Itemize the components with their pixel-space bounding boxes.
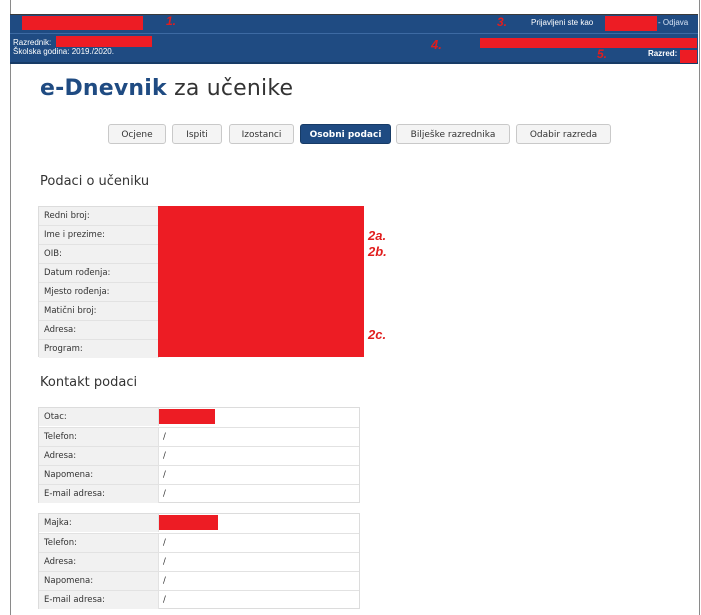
annotation-1: 1. xyxy=(166,14,177,28)
app-title-rest: za učenike xyxy=(166,76,294,101)
field-label: Adresa: xyxy=(39,553,159,571)
field-value: / xyxy=(163,576,166,586)
field-label: Mjesto rođenja: xyxy=(39,283,159,301)
table-row: Napomena: / xyxy=(39,571,359,590)
table-row: Telefon: / xyxy=(39,533,359,552)
field-label: Telefon: xyxy=(39,534,159,552)
app-title-brand: e-Dnevnik xyxy=(40,76,167,101)
field-value: / xyxy=(163,557,166,567)
redacted-school-info xyxy=(480,38,697,48)
annotation-2b: 2b. xyxy=(368,244,387,259)
field-value: / xyxy=(163,432,166,442)
tab-ocjene[interactable]: Ocjene xyxy=(108,124,166,144)
field-label: Telefon: xyxy=(39,428,159,446)
field-label: E-mail adresa: xyxy=(39,485,159,503)
contact-section-heading: Kontakt podaci xyxy=(40,375,138,390)
field-label: Otac: xyxy=(39,408,159,426)
table-row: E-mail adresa: / xyxy=(39,590,359,609)
redacted-father-name xyxy=(159,409,215,424)
annotation-5: 5. xyxy=(597,47,608,61)
table-row: Napomena: / xyxy=(39,465,359,484)
field-label: Matični broj: xyxy=(39,302,159,320)
student-section-heading: Podaci o učeniku xyxy=(40,174,150,189)
redacted-school-name xyxy=(22,16,143,30)
redacted-teacher-name xyxy=(56,36,152,47)
redacted-user-name xyxy=(605,16,657,31)
redacted-class xyxy=(680,50,697,63)
field-label: Majka: xyxy=(39,514,159,532)
annotation-2a: 2a. xyxy=(368,228,387,243)
login-text: Prijavljeni ste kao xyxy=(531,18,594,27)
field-value: / xyxy=(163,538,166,548)
field-label: Ime i prezime: xyxy=(39,226,159,244)
tab-odabir-razreda[interactable]: Odabir razreda xyxy=(516,124,611,144)
field-label: E-mail adresa: xyxy=(39,591,159,609)
field-label: Napomena: xyxy=(39,572,159,590)
table-row: Adresa: / xyxy=(39,552,359,571)
school-year: Školska godina: 2019./2020. xyxy=(13,47,114,56)
teacher-label: Razrednik: xyxy=(13,38,52,47)
redacted-student-data xyxy=(158,206,364,357)
field-label: Adresa: xyxy=(39,447,159,465)
annotation-3: 3. xyxy=(497,15,508,29)
tab-ispiti[interactable]: Ispiti xyxy=(172,124,222,144)
tab-osobni-podaci[interactable]: Osobni podaci xyxy=(300,124,391,144)
redacted-mother-name xyxy=(159,515,218,530)
logout-link[interactable]: - Odjava xyxy=(658,18,688,27)
field-label: Adresa: xyxy=(39,321,159,339)
table-row: Telefon: / xyxy=(39,427,359,446)
field-value: / xyxy=(163,451,166,461)
field-value: / xyxy=(163,489,166,499)
tab-izostanci[interactable]: Izostanci xyxy=(229,124,294,144)
annotation-4: 4. xyxy=(431,37,442,52)
table-row: E-mail adresa: / xyxy=(39,484,359,503)
tab-biljeske-razrednika[interactable]: Bilješke razrednika xyxy=(396,124,510,144)
class-label: Razred: xyxy=(648,49,678,58)
field-label: Redni broj: xyxy=(39,207,159,225)
table-row: Adresa: / xyxy=(39,446,359,465)
field-label: OIB: xyxy=(39,245,159,263)
field-label: Datum rođenja: xyxy=(39,264,159,282)
field-label: Program: xyxy=(39,340,159,358)
field-label: Napomena: xyxy=(39,466,159,484)
app-title: e-Dnevnik za učenike xyxy=(40,76,293,101)
field-value: / xyxy=(163,595,166,605)
annotation-2c: 2c. xyxy=(368,327,387,342)
field-value: / xyxy=(163,470,166,480)
